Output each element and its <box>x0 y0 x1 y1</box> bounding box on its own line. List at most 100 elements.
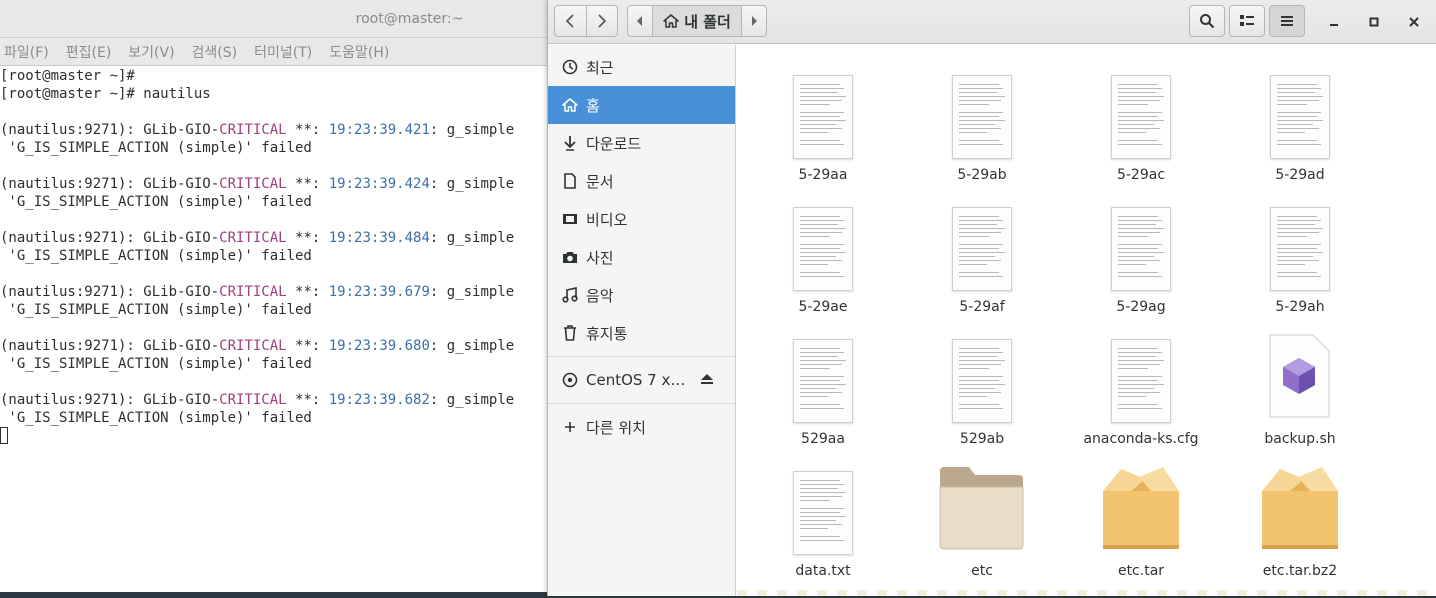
file-item[interactable]: 529ab <box>907 323 1057 453</box>
sidebar-item-recent[interactable]: 최근 <box>548 48 735 86</box>
menu-edit[interactable]: 편집(E) <box>66 42 112 62</box>
log-line-continued: 'G_IS_SIMPLE_ACTION (simple)' failed <box>0 248 312 264</box>
menu-search[interactable]: 검색(S) <box>192 42 238 62</box>
text-file-icon <box>793 339 853 423</box>
file-item[interactable]: 5-29ae <box>748 191 898 321</box>
menu-file[interactable]: 파일(F) <box>4 42 49 62</box>
view-toggle-button[interactable] <box>1229 5 1265 37</box>
text-file-icon <box>1111 339 1171 423</box>
file-item[interactable]: 529aa <box>748 323 898 453</box>
triangle-right-icon <box>752 16 757 26</box>
close-button[interactable] <box>1404 12 1424 32</box>
log-line: (nautilus:9271): GLib-GIO-CRITICAL **: 1… <box>0 175 548 193</box>
clock-icon <box>562 59 578 75</box>
file-icon-wrapper <box>939 455 1025 555</box>
log-time: 19:23:39.424 <box>328 176 430 192</box>
next-row-hint <box>737 590 1436 596</box>
archive-icon <box>1101 465 1181 555</box>
file-icon-wrapper <box>1111 323 1171 423</box>
path-button-home[interactable]: 내 폴더 <box>652 6 742 36</box>
minimize-button[interactable] <box>1324 12 1344 32</box>
sidebar-item-videos[interactable]: 비디오 <box>548 200 735 238</box>
log-prefix: (nautilus:9271): GLib-GIO- <box>0 176 220 192</box>
text-file-icon <box>793 207 853 291</box>
sidebar-item-downloads[interactable]: 다운로드 <box>548 124 735 162</box>
sidebar-item-home[interactable]: 홈 <box>548 86 735 124</box>
menu-button[interactable] <box>1269 5 1305 37</box>
log-level: CRITICAL <box>219 122 287 138</box>
file-grid[interactable]: 5-29aa 5-29ab 5-29ac 5-29ad 5-29ae 5-29af 5-29… <box>737 45 1436 596</box>
file-item[interactable]: anaconda-ks.cfg <box>1066 323 1216 453</box>
file-item[interactable]: etc.tar.bz2 <box>1225 455 1375 585</box>
text-file-icon <box>1111 207 1171 291</box>
forward-button[interactable] <box>585 6 618 36</box>
file-icon-wrapper <box>952 323 1012 423</box>
log-level: CRITICAL <box>219 284 287 300</box>
file-name: 5-29ae <box>798 299 848 315</box>
search-button[interactable] <box>1189 5 1225 37</box>
terminal-menubar: 파일(F) 편집(E) 보기(V) 검색(S) 터미널(T) 도움말(H) <box>0 38 559 66</box>
sidebar-item-documents[interactable]: 문서 <box>548 162 735 200</box>
log-time: 19:23:39.484 <box>328 230 430 246</box>
text-file-icon <box>1111 75 1171 159</box>
terminal-output[interactable]: [root@master ~]# [root@master ~]# nautil… <box>0 67 548 592</box>
sidebar-item-music[interactable]: 음악 <box>548 276 735 314</box>
file-item[interactable]: 5-29af <box>907 191 1057 321</box>
file-icon-wrapper <box>1269 323 1331 423</box>
log-line: (nautilus:9271): GLib-GIO-CRITICAL **: 1… <box>0 229 548 247</box>
log-line-continued: 'G_IS_SIMPLE_ACTION (simple)' failed <box>0 356 312 372</box>
log-line: (nautilus:9271): GLib-GIO-CRITICAL **: 1… <box>0 121 548 139</box>
sidebar-item-trash[interactable]: 휴지통 <box>548 314 735 352</box>
file-name: anaconda-ks.cfg <box>1083 431 1199 447</box>
sidebar-item-label: 음악 <box>586 286 614 305</box>
menu-view[interactable]: 보기(V) <box>128 42 174 62</box>
files-headerbar[interactable]: 내 폴더 <box>548 0 1436 44</box>
file-item[interactable]: 5-29ah <box>1225 191 1375 321</box>
eject-icon[interactable] <box>700 372 714 390</box>
sidebar-item-pictures[interactable]: 사진 <box>548 238 735 276</box>
path-scroll-right[interactable] <box>742 6 766 36</box>
sidebar-item-other-locations[interactable]: 다른 위치 <box>548 408 735 446</box>
download-icon <box>562 135 578 151</box>
log-line: (nautilus:9271): GLib-GIO-CRITICAL **: 1… <box>0 391 548 409</box>
menu-terminal[interactable]: 터미널(T) <box>254 42 312 62</box>
text-file-icon <box>793 75 853 159</box>
log-level: CRITICAL <box>219 230 287 246</box>
sidebar-divider <box>548 403 735 404</box>
file-item[interactable]: backup.sh <box>1225 323 1375 453</box>
terminal-titlebar[interactable]: root@master:~ <box>0 0 559 38</box>
sidebar-item-label: 비디오 <box>586 210 628 229</box>
file-icon-wrapper <box>1260 455 1340 555</box>
file-name: 5-29ab <box>957 167 1007 183</box>
sidebar-item-label: 문서 <box>586 172 614 191</box>
log-line: (nautilus:9271): GLib-GIO-CRITICAL **: 1… <box>0 283 548 301</box>
log-time: 19:23:39.421 <box>328 122 430 138</box>
file-item[interactable]: etc.tar <box>1066 455 1216 585</box>
back-button[interactable] <box>555 6 586 36</box>
file-item[interactable]: data.txt <box>748 455 898 585</box>
prompt-line: [root@master ~]# nautilus <box>0 86 211 102</box>
file-icon-wrapper <box>952 191 1012 291</box>
file-name: 529ab <box>959 431 1005 447</box>
file-name: 5-29ad <box>1275 167 1325 183</box>
file-item[interactable]: 5-29ag <box>1066 191 1216 321</box>
file-item[interactable]: etc <box>907 455 1057 585</box>
hamburger-menu-icon <box>1281 16 1293 26</box>
terminal-cursor-line <box>0 427 548 445</box>
maximize-icon <box>1369 17 1379 27</box>
menu-help[interactable]: 도움말(H) <box>329 42 389 62</box>
file-item[interactable]: 5-29ad <box>1225 59 1375 189</box>
path-scroll-left[interactable] <box>628 6 652 36</box>
file-item[interactable]: 5-29ac <box>1066 59 1216 189</box>
file-name: 5-29aa <box>798 167 848 183</box>
log-level: CRITICAL <box>219 176 287 192</box>
maximize-button[interactable] <box>1364 12 1384 32</box>
sidebar-item-label: 휴지통 <box>586 324 628 343</box>
file-item[interactable]: 5-29aa <box>748 59 898 189</box>
file-item[interactable]: 5-29ab <box>907 59 1057 189</box>
sidebar-item-device[interactable]: CentOS 7 x… <box>548 361 735 399</box>
file-icon-wrapper <box>1270 59 1330 159</box>
sidebar-item-label: 다른 위치 <box>586 418 646 437</box>
